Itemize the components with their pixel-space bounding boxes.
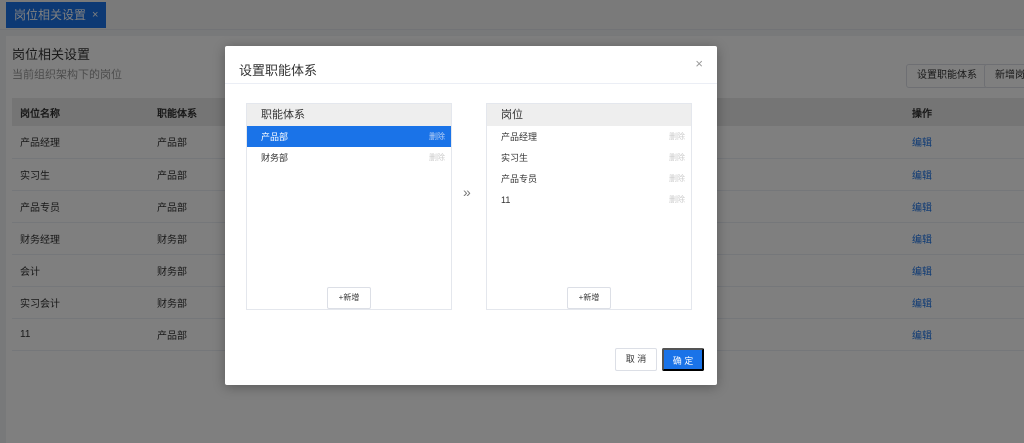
close-icon[interactable]: × bbox=[695, 56, 703, 71]
position-item[interactable]: 实习生 删除 bbox=[487, 147, 691, 168]
system-item[interactable]: 财务部 删除 bbox=[247, 147, 451, 168]
delete-link[interactable]: 删除 bbox=[669, 152, 685, 163]
delete-link[interactable]: 删除 bbox=[429, 152, 445, 163]
position-item[interactable]: 11 删除 bbox=[487, 189, 691, 210]
position-item[interactable]: 产品专员 删除 bbox=[487, 168, 691, 189]
add-position-item-button[interactable]: +新增 bbox=[567, 287, 611, 309]
position-panel-header: 岗位 bbox=[487, 104, 691, 126]
position-item-label: 11 bbox=[501, 194, 511, 205]
system-item-label: 财务部 bbox=[261, 153, 289, 163]
position-item-label: 产品经理 bbox=[501, 132, 538, 142]
delete-link[interactable]: 删除 bbox=[669, 173, 685, 184]
system-item-label: 产品部 bbox=[261, 132, 289, 142]
delete-link[interactable]: 删除 bbox=[429, 131, 445, 142]
add-system-button[interactable]: +新增 bbox=[327, 287, 371, 309]
position-item[interactable]: 产品经理 删除 bbox=[487, 126, 691, 147]
system-item[interactable]: 产品部 删除 bbox=[247, 126, 451, 147]
delete-link[interactable]: 删除 bbox=[669, 194, 685, 205]
system-panel-header: 职能体系 bbox=[247, 104, 451, 126]
position-panel: 岗位 产品经理 删除 实习生 删除 产品专员 删除 11 删除 +新增 bbox=[486, 103, 692, 310]
system-panel: 职能体系 产品部 删除 财务部 删除 +新增 bbox=[246, 103, 452, 310]
confirm-button[interactable]: 确 定 bbox=[662, 348, 704, 371]
position-item-label: 实习生 bbox=[501, 153, 529, 163]
delete-link[interactable]: 删除 bbox=[669, 131, 685, 142]
set-system-dialog: 设置职能体系 × 职能体系 产品部 删除 财务部 删除 +新增 » 岗位 产品经… bbox=[225, 46, 717, 385]
dialog-title: 设置职能体系 bbox=[239, 63, 318, 78]
dialog-header: 设置职能体系 × bbox=[225, 46, 717, 84]
double-chevron-right-icon: » bbox=[463, 184, 471, 200]
position-item-label: 产品专员 bbox=[501, 174, 538, 184]
cancel-button[interactable]: 取 消 bbox=[615, 348, 657, 371]
